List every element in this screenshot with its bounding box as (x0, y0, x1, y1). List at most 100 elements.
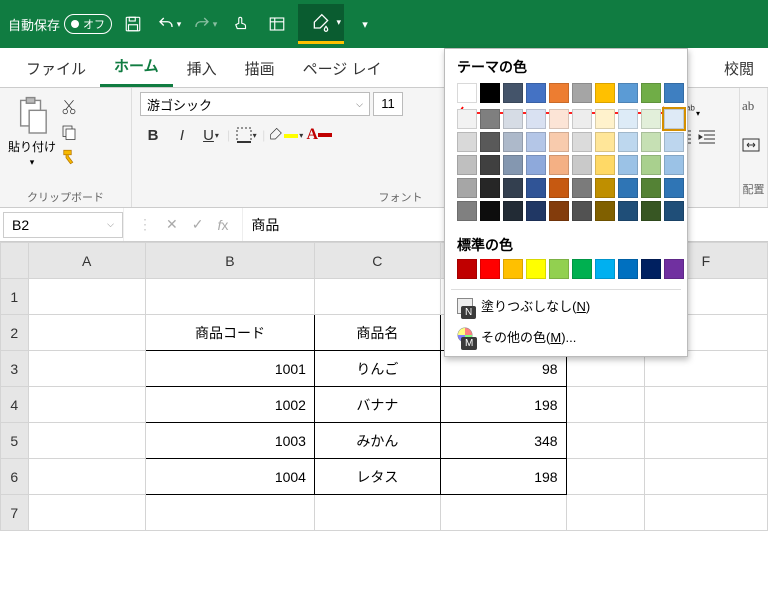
color-swatch[interactable] (457, 259, 477, 279)
color-swatch[interactable] (572, 132, 592, 152)
color-swatch[interactable] (480, 201, 500, 221)
color-swatch[interactable] (549, 83, 569, 103)
row-header[interactable]: 3 (1, 351, 29, 387)
color-swatch[interactable] (641, 83, 661, 103)
tab-pagelayout[interactable]: ページ レイ (289, 50, 396, 87)
cell[interactable]: 商品名 (314, 315, 440, 351)
cell[interactable]: 1004 (145, 459, 314, 495)
color-swatch[interactable] (572, 178, 592, 198)
color-swatch[interactable] (664, 155, 684, 175)
col-header[interactable]: C (314, 243, 440, 279)
row-header[interactable]: 4 (1, 387, 29, 423)
underline-button[interactable]: U▾ (198, 122, 224, 148)
copy-icon[interactable] (60, 123, 78, 144)
color-swatch[interactable] (572, 109, 592, 129)
no-fill-item[interactable]: 塗りつぶしなし(N) N (445, 290, 687, 321)
tab-insert[interactable]: 挿入 (173, 50, 231, 87)
color-swatch[interactable] (618, 132, 638, 152)
color-swatch[interactable] (503, 83, 523, 103)
color-swatch[interactable] (480, 132, 500, 152)
color-swatch[interactable] (526, 178, 546, 198)
row-header[interactable]: 5 (1, 423, 29, 459)
color-swatch[interactable] (480, 83, 500, 103)
color-swatch[interactable] (526, 83, 546, 103)
color-swatch[interactable] (618, 201, 638, 221)
italic-button[interactable]: I (169, 122, 195, 148)
more-colors-item[interactable]: その他の色(M)... M (445, 321, 687, 352)
color-swatch[interactable] (664, 259, 684, 279)
color-swatch[interactable] (572, 259, 592, 279)
font-size-select[interactable]: 11 (373, 92, 403, 116)
col-header[interactable]: A (28, 243, 145, 279)
increase-indent-icon[interactable] (698, 129, 716, 148)
tab-file[interactable]: ファイル (12, 50, 100, 87)
color-swatch[interactable] (480, 155, 500, 175)
color-swatch[interactable] (457, 132, 477, 152)
color-swatch[interactable] (618, 83, 638, 103)
qat-overflow-icon[interactable]: ▾ (350, 9, 380, 39)
fill-color-small-button[interactable]: ▾ (268, 122, 303, 148)
cell[interactable]: 198 (440, 387, 566, 423)
col-header[interactable]: B (145, 243, 314, 279)
color-swatch[interactable] (503, 132, 523, 152)
color-swatch[interactable] (526, 201, 546, 221)
color-swatch[interactable] (595, 259, 615, 279)
color-swatch[interactable] (664, 201, 684, 221)
color-swatch[interactable] (526, 155, 546, 175)
row-header[interactable]: 7 (1, 495, 29, 531)
cell[interactable]: 198 (440, 459, 566, 495)
cell[interactable]: 1003 (145, 423, 314, 459)
cell[interactable]: 348 (440, 423, 566, 459)
color-swatch[interactable] (457, 155, 477, 175)
color-swatch[interactable] (641, 178, 661, 198)
color-swatch[interactable] (664, 178, 684, 198)
color-swatch[interactable] (503, 155, 523, 175)
color-swatch[interactable] (526, 109, 546, 129)
form-icon[interactable] (262, 9, 292, 39)
enter-formula-icon[interactable]: ✓ (192, 216, 204, 233)
merge-icon[interactable] (742, 138, 765, 155)
color-swatch[interactable] (480, 178, 500, 198)
cancel-formula-icon[interactable]: ✕ (166, 216, 178, 233)
color-swatch[interactable] (618, 178, 638, 198)
color-swatch[interactable] (595, 155, 615, 175)
color-swatch[interactable] (457, 201, 477, 221)
row-header[interactable]: 1 (1, 279, 29, 315)
color-swatch[interactable] (572, 155, 592, 175)
color-swatch[interactable] (480, 109, 500, 129)
color-swatch[interactable] (641, 132, 661, 152)
color-swatch[interactable] (641, 259, 661, 279)
paste-button[interactable]: 貼り付け ▾ (8, 92, 56, 168)
row-header[interactable]: 2 (1, 315, 29, 351)
color-swatch[interactable] (595, 201, 615, 221)
cell[interactable]: レタス (314, 459, 440, 495)
color-swatch[interactable] (618, 109, 638, 129)
redo-icon[interactable]: ▾ (190, 9, 220, 39)
cell[interactable]: バナナ (314, 387, 440, 423)
name-box[interactable]: B2⌵ (3, 212, 123, 238)
color-swatch[interactable] (641, 201, 661, 221)
cell[interactable]: 商品コード (145, 315, 314, 351)
color-swatch[interactable] (503, 109, 523, 129)
color-swatch[interactable] (572, 201, 592, 221)
color-swatch[interactable] (457, 109, 477, 129)
color-swatch[interactable] (595, 83, 615, 103)
color-swatch[interactable] (641, 109, 661, 129)
ab-wrap-icon[interactable]: ab (742, 98, 765, 114)
tab-review[interactable]: 校閲 (710, 50, 768, 87)
font-color-button[interactable]: A (306, 122, 332, 148)
select-all-corner[interactable] (1, 243, 29, 279)
color-swatch[interactable] (549, 178, 569, 198)
color-swatch[interactable] (664, 132, 684, 152)
cell[interactable]: 1001 (145, 351, 314, 387)
fbar-dropdown-icon[interactable]: ⋮ (138, 216, 152, 233)
format-painter-icon[interactable] (60, 148, 78, 169)
color-swatch[interactable] (549, 259, 569, 279)
save-icon[interactable] (118, 9, 148, 39)
color-swatch[interactable] (549, 155, 569, 175)
color-swatch[interactable] (618, 259, 638, 279)
touch-mode-icon[interactable] (226, 9, 256, 39)
color-swatch[interactable] (595, 132, 615, 152)
color-swatch[interactable] (503, 259, 523, 279)
tab-draw[interactable]: 描画 (231, 50, 289, 87)
